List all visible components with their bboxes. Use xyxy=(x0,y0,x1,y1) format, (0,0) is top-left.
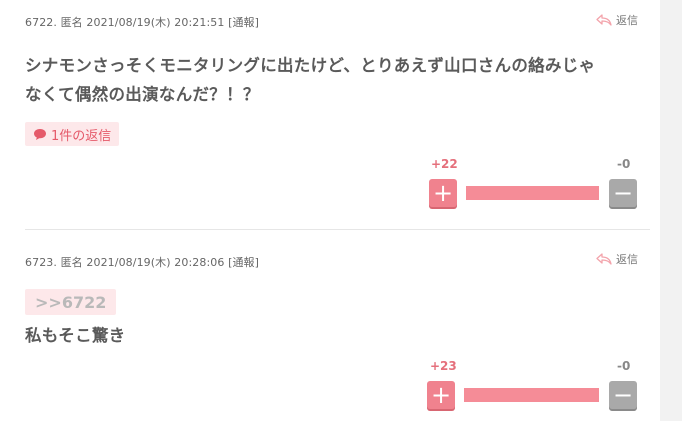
anchor-link[interactable]: >>6722 xyxy=(25,289,117,315)
plus-count: +23 xyxy=(430,359,457,373)
minus-icon: − xyxy=(612,381,634,409)
replies-count-label: 1件の返信 xyxy=(51,128,112,144)
plus-vote-button[interactable]: + xyxy=(429,179,457,207)
plus-count: +22 xyxy=(431,157,458,171)
reply-arrow-icon xyxy=(596,14,612,26)
minus-count: -0 xyxy=(617,359,631,373)
plus-icon: + xyxy=(430,381,452,409)
minus-vote-button[interactable]: − xyxy=(609,179,637,207)
right-scroll-strip xyxy=(660,0,682,421)
comment-body-line: シナモンさっそくモニタリングに出たけど、とりあえず山口さんの絡みじゃ xyxy=(25,56,596,75)
reply-arrow-icon xyxy=(596,253,612,265)
minus-count: -0 xyxy=(617,157,631,171)
comment-6723: 6723. 匿名 2021/08/19(木) 20:28:06 [通報] 返信 … xyxy=(25,230,650,421)
plus-icon: + xyxy=(432,179,454,207)
comment-body-line: 私もそこ驚き xyxy=(25,326,126,345)
comment-body: 私もそこ驚き xyxy=(25,321,125,350)
comment-meta: 6722. 匿名 2021/08/19(木) 20:21:51 [通報] xyxy=(25,16,260,29)
vote-ratio-bar xyxy=(464,388,599,402)
replies-badge[interactable]: 1件の返信 xyxy=(25,122,120,146)
comment-body: シナモンさっそくモニタリングに出たけど、とりあえず山口さんの絡みじゃ なくて偶然… xyxy=(25,51,595,109)
vote-ratio-bar xyxy=(466,186,599,200)
reply-label: 返信 xyxy=(616,14,638,27)
vote-ratio-fill xyxy=(464,388,599,402)
reply-button[interactable]: 返信 xyxy=(596,12,638,28)
comment-body-line: なくて偶然の出演なんだ？！？ xyxy=(25,85,260,104)
minus-vote-button[interactable]: − xyxy=(609,381,637,409)
comment-6722: 6722. 匿名 2021/08/19(木) 20:21:51 [通報] 返信 … xyxy=(25,0,650,229)
minus-icon: − xyxy=(612,179,634,207)
vote-ratio-fill xyxy=(466,186,599,200)
plus-vote-button[interactable]: + xyxy=(427,381,455,409)
speech-bubble-icon xyxy=(34,128,46,140)
reply-label: 返信 xyxy=(616,253,638,266)
reply-button[interactable]: 返信 xyxy=(596,251,638,267)
comment-meta: 6723. 匿名 2021/08/19(木) 20:28:06 [通報] xyxy=(25,256,260,269)
